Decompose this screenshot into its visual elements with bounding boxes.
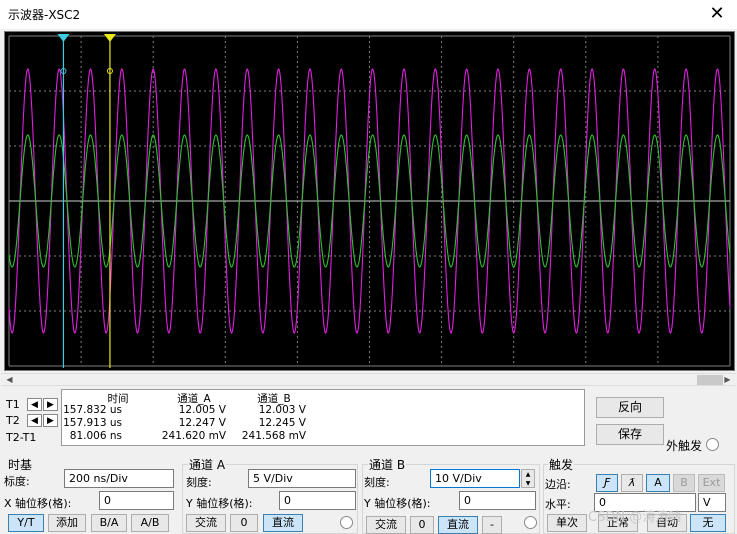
readout-t1-time: 157.832 us [63,404,122,416]
scroll-left-icon[interactable]: ◀ [3,374,16,386]
scroll-right-icon[interactable]: ▶ [721,374,734,386]
horizontal-scrollbar[interactable]: ◀ ▶ [1,373,736,386]
scroll-thumb[interactable] [697,375,723,385]
close-icon[interactable]: ✕ [705,3,729,25]
cursor-t2-marker [103,34,116,42]
t1-right-arrow-icon[interactable]: ▶ [43,398,58,411]
channel-a-scale-label: 刻度: [186,476,212,489]
readout-t2-time: 157.913 us [63,417,122,429]
spin-down-icon[interactable]: ▼ [522,479,534,488]
channel-b-ac-button[interactable]: 交流 [366,516,406,534]
cursor-t1-marker [57,34,70,42]
readout-t1-channel-b: 12.003 V [258,404,306,416]
channel-b-radio[interactable] [524,516,537,529]
channel-a-zero-button[interactable]: 0 [230,514,258,532]
ext-trigger-label: 外触发 [666,439,703,453]
cursor-diff-row: T2-T1 [4,430,60,446]
channel-b-scale-field[interactable]: 10 V/Div [430,469,520,488]
trigger-source-b-button[interactable]: B [673,474,695,492]
cursor-t2-label: T2 [6,414,20,427]
cursor-readout-table: 时间 通道_A 通道_B 157.832 us 12.005 V 12.003 … [61,389,585,446]
falling-edge-button[interactable]: ƛ [621,474,643,492]
timebase-scale-field[interactable]: 200 ns/Div [64,469,174,488]
title-bar: 示波器-XSC2 ✕ [0,0,737,29]
trigger-edge-label: 边沿: [545,478,571,491]
timebase-xpos-label: X 轴位移(格): [4,497,72,510]
channel-a-ac-button[interactable]: 交流 [186,514,226,532]
timebase-title: 时基 [8,458,33,472]
channel-a-dc-button[interactable]: 直流 [263,514,303,532]
channel-a-scale-field[interactable]: 5 V/Div [248,469,356,488]
cursor-t1-row: T1 ◀ ▶ [4,397,60,413]
t2-left-arrow-icon[interactable]: ◀ [27,414,42,427]
channel-b-title: 通道 B [368,456,407,473]
trigger-source-a-button[interactable]: A [646,474,670,492]
channel-b-dc-button[interactable]: 直流 [438,516,478,534]
channel-a-ypos-field[interactable]: 0 [279,491,356,510]
spin-up-icon[interactable]: ▲ [522,470,534,479]
channel-b-ypos-label: Y 轴位移(格): [364,497,431,510]
channel-a-radio[interactable] [340,516,353,529]
trigger-level-label: 水平: [545,498,571,511]
trigger-normal-button[interactable]: 正常 [598,514,638,532]
timebase-xpos-field[interactable]: 0 [99,491,174,510]
save-button[interactable]: 保存 [596,424,664,445]
trigger-title: 触发 [548,456,575,473]
trigger-single-button[interactable]: 单次 [547,514,587,532]
channel-b-invert-button[interactable]: - [482,516,502,534]
cursor-t2-row: T2 ◀ ▶ [4,413,60,429]
channel-b-zero-button[interactable]: 0 [410,516,434,534]
timebase-scale-label: 标度: [4,475,30,488]
channel-a-title: 通道 A [188,456,227,473]
scope-display [8,34,731,368]
t2-right-arrow-icon[interactable]: ▶ [43,414,58,427]
readout-diff-channel-b: 241.568 mV [241,430,306,442]
reverse-button[interactable]: 反向 [596,397,664,418]
ba-mode-button[interactable]: B/A [91,514,127,532]
trigger-source-ext-button[interactable]: Ext [698,474,725,492]
readout-t2-channel-b: 12.245 V [258,417,306,429]
rising-edge-button[interactable]: Ƒ [596,474,618,492]
trigger-none-button[interactable]: 无 [690,514,726,532]
channel-b-scale-spinner[interactable]: ▲ ▼ [521,469,535,488]
t1-left-arrow-icon[interactable]: ◀ [27,398,42,411]
ext-trigger-radio[interactable] [706,438,719,451]
ab-mode-button[interactable]: A/B [131,514,169,532]
yt-mode-button[interactable]: Y/T [8,514,44,532]
readout-diff-time: 81.006 ns [69,430,122,442]
channel-b-scale-label: 刻度: [364,476,390,489]
cursor-t1-label: T1 [6,398,20,411]
channel-a-ypos-label: Y 轴位移(格): [186,497,253,510]
scope-screen [4,31,735,371]
add-mode-button[interactable]: 添加 [48,514,86,532]
window-title: 示波器-XSC2 [8,8,81,22]
channel-b-ypos-field[interactable]: 0 [459,491,536,510]
trigger-level-unit[interactable]: V [698,493,726,512]
trigger-level-field[interactable]: 0 [594,493,696,512]
cursor-diff-label: T2-T1 [6,431,37,444]
trigger-auto-button[interactable]: 自动 [647,514,687,532]
